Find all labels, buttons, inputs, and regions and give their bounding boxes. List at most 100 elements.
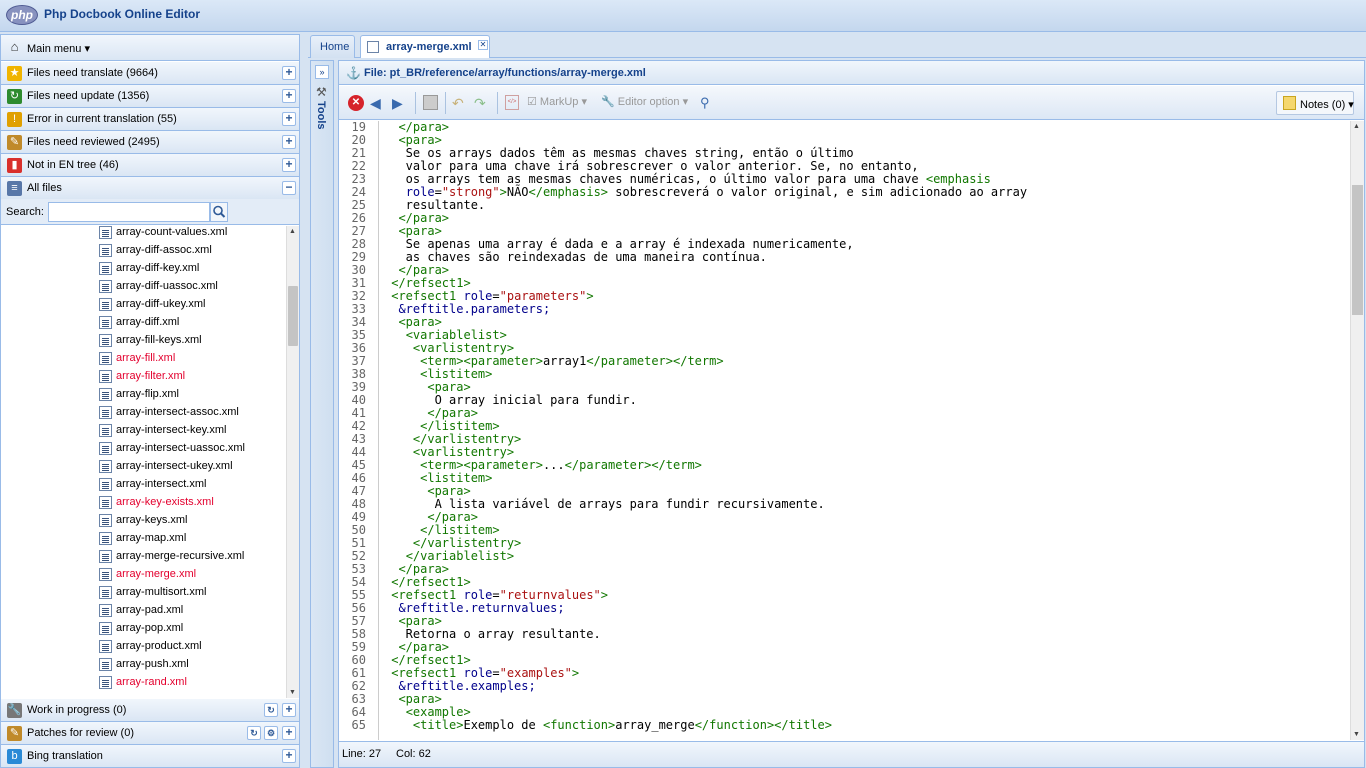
expand-icon[interactable]: » bbox=[315, 65, 329, 79]
redo-icon[interactable]: ↷ bbox=[474, 95, 486, 111]
code-line[interactable]: <refsect1 role="returnvalues"> bbox=[384, 588, 608, 602]
scroll-thumb[interactable] bbox=[288, 286, 298, 346]
code-line[interactable]: </para> bbox=[384, 263, 449, 277]
code-line[interactable]: valor para uma chave irá sobrescrever o … bbox=[384, 159, 919, 173]
tab-home[interactable]: Home bbox=[310, 35, 355, 58]
code-line[interactable]: &reftitle.parameters; bbox=[384, 302, 550, 316]
code-line[interactable]: <title>Exemplo de <function>array_merge<… bbox=[384, 718, 832, 732]
file-tree-scrollbar[interactable]: ▲ ▼ bbox=[286, 226, 299, 698]
expand-icon[interactable]: + bbox=[282, 89, 296, 103]
code-line[interactable]: <para> bbox=[384, 692, 441, 706]
refresh-icon[interactable]: ↻ bbox=[264, 703, 278, 717]
expand-icon[interactable]: + bbox=[282, 749, 296, 763]
code-line[interactable]: </varlistentry> bbox=[384, 536, 521, 550]
code-line[interactable]: <example> bbox=[384, 705, 471, 719]
tools-panel-collapsed[interactable]: » ⚒ Tools bbox=[310, 60, 334, 768]
refresh-icon[interactable]: ↻ bbox=[247, 726, 261, 740]
expand-icon[interactable]: + bbox=[282, 726, 296, 740]
panel-splitter[interactable] bbox=[301, 34, 308, 768]
scroll-up-icon[interactable]: ▲ bbox=[289, 228, 296, 235]
code-line[interactable]: Retorna o array resultante. bbox=[384, 627, 601, 641]
expand-icon[interactable]: + bbox=[282, 112, 296, 126]
forward-arrow-icon[interactable]: ▶ bbox=[392, 95, 403, 111]
code-line[interactable]: O array inicial para fundir. bbox=[384, 393, 637, 407]
file-name: array-key-exists.xml bbox=[116, 496, 214, 508]
expand-icon[interactable]: + bbox=[282, 158, 296, 172]
code-editor[interactable]: 19 20 21 22 23 24 25 26 27 28 29 30 31 32 33 34 35 36 37 38… bbox=[339, 121, 1364, 740]
code-line[interactable]: resultante. bbox=[384, 198, 485, 212]
xml-file-icon bbox=[99, 352, 112, 365]
bottom-section-1[interactable]: ✎ Patches for review (0) + ⚙ ↻ bbox=[1, 722, 299, 745]
code-line[interactable]: os arrays tem as mesmas chaves numéricas… bbox=[384, 172, 991, 186]
search-input[interactable] bbox=[48, 202, 210, 222]
code-line[interactable]: <para> bbox=[384, 380, 470, 394]
code-line[interactable]: <para> bbox=[384, 614, 441, 628]
section-4[interactable]: ▮ Not in EN tree (46) + bbox=[1, 154, 299, 177]
code-line[interactable]: <para> bbox=[384, 484, 470, 498]
notes-button[interactable]: Notes (0) ▾ bbox=[1276, 91, 1354, 115]
code-line[interactable]: </variablelist> bbox=[384, 549, 514, 563]
undo-icon[interactable]: ↶ bbox=[452, 95, 464, 111]
scroll-up-icon[interactable]: ▲ bbox=[1353, 123, 1360, 130]
code-line[interactable]: &reftitle.returnvalues; bbox=[384, 601, 564, 615]
expand-icon[interactable]: + bbox=[282, 66, 296, 80]
main-menu[interactable]: ⌂ Main menu ▾ bbox=[1, 35, 299, 61]
scroll-down-icon[interactable]: ▼ bbox=[1353, 731, 1360, 738]
close-file-button[interactable]: ✕ bbox=[348, 95, 364, 111]
code-line[interactable]: </refsect1> bbox=[384, 276, 470, 290]
code-line[interactable]: A lista variável de arrays para fundir r… bbox=[384, 497, 825, 511]
code-line[interactable]: <para> bbox=[384, 315, 441, 329]
file-tree[interactable]: array-count-values.xml array-diff-assoc.x… bbox=[1, 226, 299, 698]
bottom-section-2[interactable]: b Bing translation + bbox=[1, 745, 299, 768]
code-line[interactable]: <term><parameter>...</parameter></term> bbox=[384, 458, 702, 472]
code-line[interactable]: &reftitle.examples; bbox=[384, 679, 535, 693]
code-scrollbar[interactable]: ▲ ▼ bbox=[1350, 121, 1364, 740]
code-line[interactable]: <para> bbox=[384, 224, 441, 238]
code-line[interactable]: <term><parameter>array1</parameter></ter… bbox=[384, 354, 723, 368]
section-1[interactable]: ↻ Files need update (1356) + bbox=[1, 85, 299, 108]
code-line[interactable]: as chaves são reindexadas de uma maneira… bbox=[384, 250, 767, 264]
editor-option-menu[interactable]: 🔧 Editor option ▾ bbox=[601, 95, 688, 111]
code-line[interactable]: <variablelist> bbox=[384, 328, 507, 342]
code-line[interactable]: </para> bbox=[384, 406, 478, 420]
collapse-icon[interactable]: − bbox=[282, 181, 296, 195]
code-line[interactable]: <listitem> bbox=[384, 471, 492, 485]
file-name: array-multisort.xml bbox=[116, 586, 207, 598]
code-line[interactable]: <para> bbox=[384, 133, 441, 147]
code-line[interactable]: Se os arrays dados têm as mesmas chaves … bbox=[384, 146, 854, 160]
markup-menu[interactable]: ☑ MarkUp ▾ bbox=[527, 95, 587, 111]
search-button[interactable] bbox=[210, 202, 228, 222]
section-2[interactable]: ! Error in current translation (55) + bbox=[1, 108, 299, 131]
code-line[interactable]: <refsect1 role="examples"> bbox=[384, 666, 579, 680]
code-line[interactable]: </para> bbox=[384, 510, 478, 524]
code-line[interactable]: </para> bbox=[384, 640, 449, 654]
code-line[interactable]: </varlistentry> bbox=[384, 432, 521, 446]
xml-tag-icon[interactable]: </> bbox=[505, 95, 519, 110]
code-line[interactable]: </listitem> bbox=[384, 419, 499, 433]
section-3[interactable]: ✎ Files need reviewed (2495) + bbox=[1, 131, 299, 154]
close-icon[interactable]: ✕ bbox=[478, 40, 488, 50]
back-arrow-icon[interactable]: ◀ bbox=[370, 95, 381, 111]
scroll-down-icon[interactable]: ▼ bbox=[289, 689, 296, 696]
zoom-icon[interactable]: ⚲ bbox=[700, 95, 710, 111]
code-line[interactable]: </refsect1> bbox=[384, 575, 470, 589]
expand-icon[interactable]: + bbox=[282, 135, 296, 149]
code-line[interactable]: <listitem> bbox=[384, 367, 492, 381]
section-0[interactable]: ★ Files need translate (9664) + bbox=[1, 62, 299, 85]
code-line[interactable]: </listitem> bbox=[384, 523, 499, 537]
code-line[interactable]: <varlistentry> bbox=[384, 341, 514, 355]
tab-array-merge[interactable]: array-merge.xml ✕ bbox=[360, 35, 490, 58]
scroll-thumb[interactable] bbox=[1352, 185, 1363, 315]
code-line[interactable]: </refsect1> bbox=[384, 653, 470, 667]
bottom-section-0[interactable]: 🔧 Work in progress (0) + ↻ bbox=[1, 699, 299, 722]
settings-icon[interactable]: ⚙ bbox=[264, 726, 278, 740]
code-line[interactable]: role="strong">NÃO</emphasis> sobrescreve… bbox=[384, 185, 1027, 199]
code-line[interactable]: <varlistentry> bbox=[384, 445, 514, 459]
code-line[interactable]: </para> bbox=[384, 562, 449, 576]
expand-icon[interactable]: + bbox=[282, 703, 296, 717]
code-line[interactable]: Se apenas uma array é dada e a array é i… bbox=[384, 237, 854, 251]
code-line[interactable]: <refsect1 role="parameters"> bbox=[384, 289, 593, 303]
save-icon[interactable] bbox=[423, 95, 438, 110]
code-line[interactable]: </para> bbox=[384, 211, 449, 225]
section-5[interactable]: ≡ All files − bbox=[1, 177, 299, 200]
